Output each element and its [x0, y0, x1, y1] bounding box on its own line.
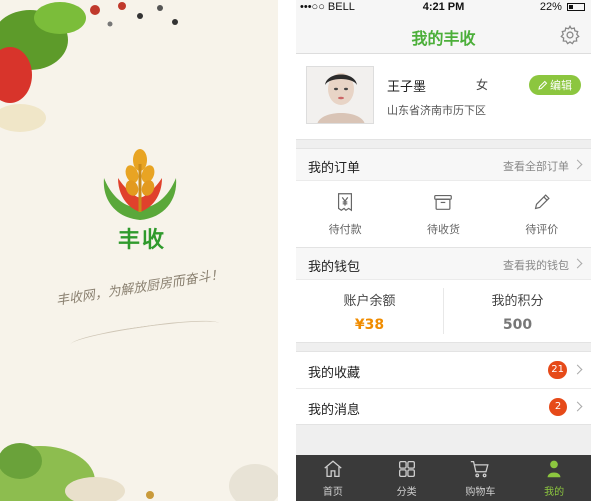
status-bar: •••○○ BELL 4:21 PM 22% — [296, 0, 591, 16]
profile-card: 王子墨 女 山东省济南市历下区 编辑 — [296, 54, 591, 140]
vegetables-bottom-decoration — [0, 443, 278, 501]
profile-gender: 女 — [476, 78, 489, 92]
tab-cart[interactable]: 购物车 — [444, 455, 518, 501]
chevron-right-icon — [572, 159, 583, 170]
battery-icon — [567, 3, 585, 11]
wallet-title: 我的钱包 — [308, 260, 361, 275]
balance-value: ¥38 — [354, 316, 385, 333]
phone-screen: •••○○ BELL 4:21 PM 22% 我的丰收 王子墨 女 山东省济南市… — [296, 0, 591, 501]
splash-slogan: 丰收网，为解放厨房而奋斗！ — [55, 267, 225, 309]
box-icon — [434, 194, 453, 210]
list-section: 我的收藏 21 我的消息 2 — [296, 351, 591, 425]
battery-status: 22% — [540, 1, 585, 13]
balance-label: 账户余额 — [343, 293, 396, 309]
splash-brand-name: 丰收 — [118, 228, 167, 253]
gear-icon[interactable] — [559, 24, 581, 46]
chevron-right-icon — [572, 364, 583, 375]
list-item-favorites[interactable]: 我的收藏 21 — [296, 352, 591, 388]
tab-label: 购物车 — [465, 487, 496, 498]
slogan-underline — [69, 315, 221, 353]
points-label: 我的积分 — [491, 293, 544, 309]
vegetables-top-decoration — [0, 2, 178, 132]
points-value: 500 — [502, 316, 533, 333]
battery-percent: 22% — [539, 1, 562, 13]
cart-icon — [471, 461, 490, 478]
tab-label: 我的 — [544, 487, 565, 498]
list-item-label: 我的收藏 — [308, 366, 361, 381]
order-pending-payment[interactable]: 待付款 — [296, 181, 394, 247]
grid-icon — [398, 461, 415, 477]
wallet-row: 账户余额 ¥38 我的积分 500 — [296, 280, 591, 342]
tab-bar: 首页 分类 购物车 我的 — [296, 455, 591, 501]
edit-button-label: 编辑 — [550, 79, 572, 92]
page-title: 我的丰收 — [411, 29, 476, 48]
order-item-label: 待评价 — [525, 223, 559, 236]
orders-section: 我的订单 查看全部订单 待付款 待收货 待评价 — [296, 148, 591, 248]
list-item-messages[interactable]: 我的消息 2 — [296, 388, 591, 424]
splash-screen: 丰收 丰收网，为解放厨房而奋斗！ — [0, 0, 278, 501]
list-item-label: 我的消息 — [308, 403, 361, 418]
order-item-label: 待付款 — [328, 223, 362, 236]
wallet-header: 我的钱包 查看我的钱包 — [296, 248, 591, 280]
order-pending-review[interactable]: 待评价 — [493, 181, 591, 247]
yuan-document-icon — [338, 193, 353, 212]
tab-home[interactable]: 首页 — [296, 455, 370, 501]
tab-label: 分类 — [396, 487, 417, 498]
count-badge: 2 — [549, 398, 567, 416]
tab-mine[interactable]: 我的 — [517, 455, 591, 501]
pencil-icon — [534, 194, 550, 210]
avatar-portrait-icon — [307, 67, 373, 123]
order-status-row: 待付款 待收货 待评价 — [296, 181, 591, 247]
tab-category[interactable]: 分类 — [370, 455, 444, 501]
nav-bar: 我的丰收 — [296, 16, 591, 54]
order-item-label: 待收货 — [426, 223, 460, 236]
order-pending-receipt[interactable]: 待收货 — [394, 181, 492, 247]
view-wallet-link[interactable]: 查看我的钱包 — [503, 257, 569, 273]
home-icon — [324, 460, 342, 477]
tab-label: 首页 — [322, 487, 343, 498]
profile-address: 山东省济南市历下区 — [387, 104, 486, 117]
pencil-icon — [538, 80, 548, 90]
my-points[interactable]: 我的积分 500 — [443, 288, 591, 334]
orders-title: 我的订单 — [308, 161, 361, 176]
user-icon — [547, 460, 561, 478]
wallet-section: 我的钱包 查看我的钱包 账户余额 ¥38 我的积分 500 — [296, 248, 591, 343]
account-balance[interactable]: 账户余额 ¥38 — [296, 280, 443, 342]
count-badge: 21 — [548, 361, 567, 379]
profile-name: 王子墨 — [387, 80, 427, 95]
avatar[interactable] — [306, 66, 374, 124]
chevron-right-icon — [572, 258, 583, 269]
chevron-right-icon — [572, 401, 583, 412]
edit-profile-button[interactable]: 编辑 — [529, 75, 581, 95]
view-all-orders-link[interactable]: 查看全部订单 — [503, 158, 569, 174]
orders-header: 我的订单 查看全部订单 — [296, 149, 591, 181]
